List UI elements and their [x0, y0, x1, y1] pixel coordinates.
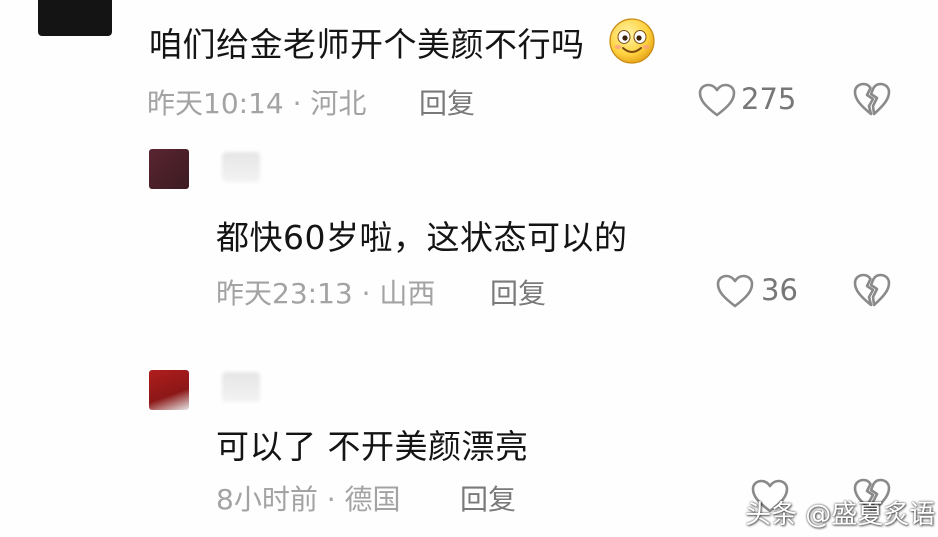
like-count: 275 — [741, 82, 797, 116]
watermark: 头条 @盛夏炙语 — [745, 500, 936, 530]
like-count: 36 — [761, 273, 798, 307]
comment-text: 都快60岁啦，这状态可以的 — [216, 218, 628, 257]
reply-button[interactable]: 回复 — [490, 272, 546, 312]
comment-meta: 昨天10:14 · 河北 — [147, 87, 367, 120]
heart-outline-icon[interactable] — [715, 273, 755, 309]
username-redacted — [222, 372, 260, 402]
avatar[interactable] — [149, 149, 189, 189]
comment-meta: 昨天23:13 · 山西 — [216, 277, 436, 310]
reply-button[interactable]: 回复 — [419, 82, 475, 122]
broken-heart-icon[interactable] — [852, 271, 892, 309]
reply-button[interactable]: 回复 — [460, 478, 516, 518]
smile-emoji-icon — [609, 18, 655, 64]
avatar[interactable] — [38, 0, 112, 36]
comment-text: 咱们给金老师开个美颜不行吗 — [149, 25, 585, 64]
username-redacted — [222, 152, 260, 182]
comment-meta: 8小时前 · 德国 — [216, 483, 401, 516]
heart-outline-icon[interactable] — [697, 82, 737, 118]
broken-heart-icon[interactable] — [852, 80, 892, 118]
avatar[interactable] — [149, 370, 189, 410]
comment-text: 可以了 不开美颜漂亮 — [216, 427, 529, 466]
